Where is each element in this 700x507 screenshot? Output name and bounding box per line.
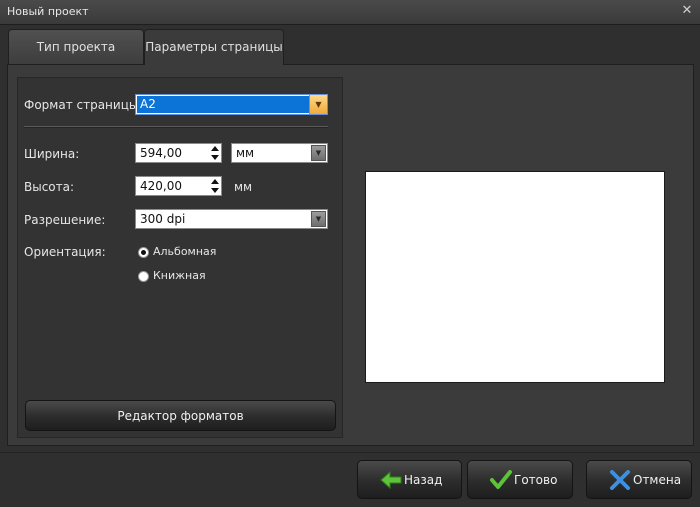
orientation-landscape-radio[interactable]: [138, 247, 149, 258]
page-format-value: A2: [137, 96, 309, 113]
back-button[interactable]: Назад: [357, 460, 462, 499]
chevron-down-icon[interactable]: ▼: [309, 95, 327, 114]
arrow-left-icon: [380, 470, 402, 490]
width-spinner[interactable]: [211, 146, 219, 160]
page-format-label: Формат страницы:: [24, 98, 143, 112]
height-input[interactable]: 420,00: [135, 176, 222, 196]
height-value: 420,00: [140, 179, 182, 193]
cross-icon: [610, 470, 630, 490]
height-label: Высота:: [24, 180, 75, 194]
resolution-value: 300 dpi: [140, 212, 186, 226]
spin-down-icon[interactable]: [211, 155, 219, 160]
width-value: 594,00: [140, 146, 182, 160]
orientation-portrait-radio[interactable]: [138, 271, 149, 282]
spin-up-icon[interactable]: [211, 179, 219, 184]
resolution-select[interactable]: 300 dpi ▼: [135, 209, 328, 229]
page-preview: [365, 171, 665, 383]
window-title: Новый проект: [7, 5, 89, 18]
done-label: Готово: [514, 473, 558, 487]
footer-divider: [0, 452, 700, 453]
width-input[interactable]: 594,00: [135, 143, 222, 163]
width-unit-value: мм: [236, 146, 255, 160]
tab-project-type[interactable]: Тип проекта: [8, 29, 144, 65]
height-spinner[interactable]: [211, 179, 219, 193]
done-button[interactable]: Готово: [467, 460, 573, 499]
orientation-portrait-label[interactable]: Книжная: [153, 269, 206, 282]
back-label: Назад: [404, 473, 443, 487]
width-unit-select[interactable]: мм ▼: [231, 143, 328, 163]
close-icon[interactable]: ✕: [680, 4, 694, 18]
height-unit-label: мм: [234, 180, 253, 194]
format-editor-button[interactable]: Редактор форматов: [25, 400, 336, 431]
page-format-select[interactable]: A2 ▼: [135, 94, 328, 115]
cancel-button[interactable]: Отмена: [586, 460, 692, 499]
resolution-label: Разрешение:: [24, 213, 106, 227]
orientation-label: Ориентация:: [24, 245, 106, 259]
spin-up-icon[interactable]: [211, 146, 219, 151]
orientation-landscape-label[interactable]: Альбомная: [153, 245, 216, 258]
spin-down-icon[interactable]: [211, 188, 219, 193]
cancel-label: Отмена: [633, 473, 682, 487]
tab-page-parameters[interactable]: Параметры страницы: [144, 29, 284, 65]
title-bar: Новый проект ✕: [0, 0, 700, 25]
divider: [24, 126, 328, 128]
checkmark-icon: [490, 470, 512, 489]
chevron-down-icon[interactable]: ▼: [311, 211, 326, 227]
chevron-down-icon[interactable]: ▼: [311, 145, 326, 161]
width-label: Ширина:: [24, 147, 80, 161]
